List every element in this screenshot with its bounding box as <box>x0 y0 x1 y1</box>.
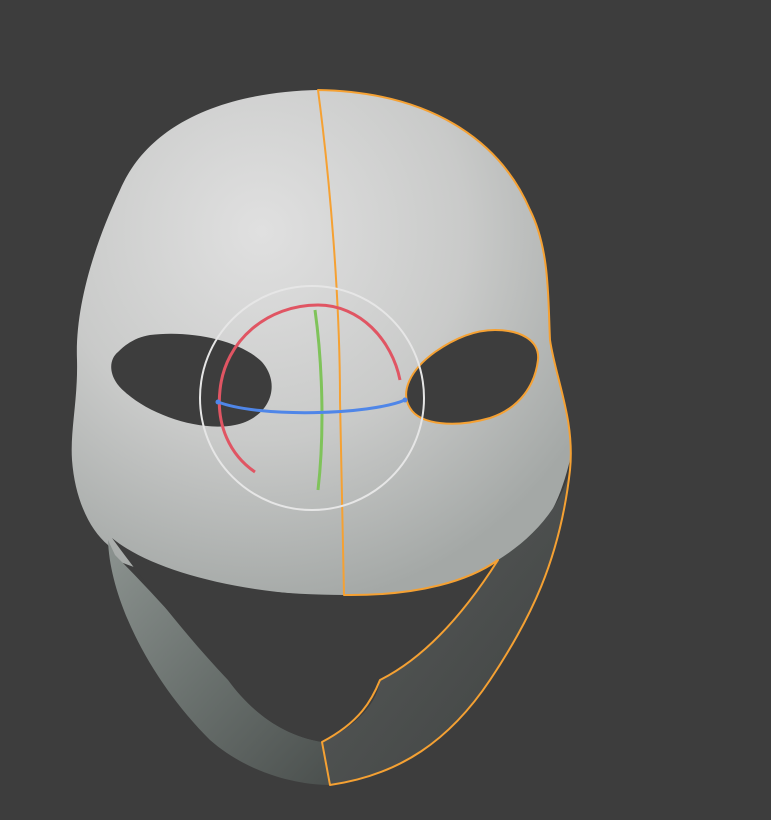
3d-viewport[interactable] <box>0 0 771 820</box>
gizmo-z-handle-right[interactable] <box>402 397 408 403</box>
gizmo-z-handle-left[interactable] <box>215 399 221 405</box>
mask-mesh-scene[interactable] <box>0 0 771 820</box>
